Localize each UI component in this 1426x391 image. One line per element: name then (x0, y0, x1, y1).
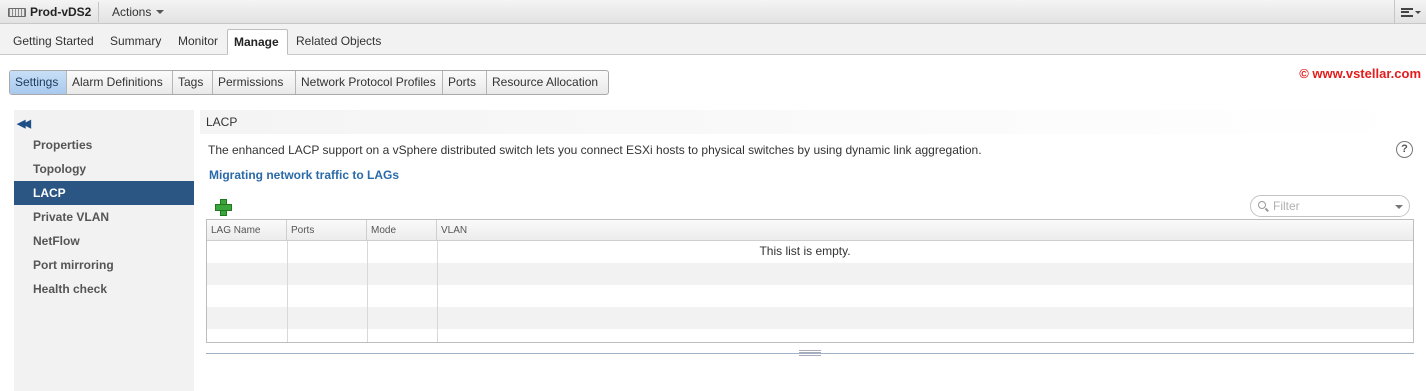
sidebar-item-lacp[interactable]: LACP (14, 181, 194, 205)
column-header-ports[interactable]: Ports (287, 220, 367, 241)
subtab-alarm-definitions[interactable]: Alarm Definitions (67, 71, 173, 94)
object-name: Prod-vDS2 (30, 5, 92, 19)
filter-box (1250, 195, 1410, 217)
subtab-network-protocol-profiles[interactable]: Network Protocol Profiles (296, 71, 443, 94)
watermark-text: © www.vstellar.com (1299, 66, 1421, 81)
table-header: LAG Name Ports Mode VLAN (207, 220, 1413, 241)
sidebar-item-properties[interactable]: Properties (14, 133, 194, 157)
subtab-permissions[interactable]: Permissions (213, 71, 296, 94)
subtab-settings[interactable]: Settings (10, 71, 67, 94)
search-icon (1258, 201, 1266, 209)
table-row (207, 263, 1413, 285)
subtab-tags[interactable]: Tags (173, 71, 213, 94)
tab-summary[interactable]: Summary (104, 29, 167, 55)
table-row (207, 307, 1413, 329)
menu-button[interactable] (1394, 0, 1426, 24)
section-title: LACP (200, 110, 1414, 134)
migrating-traffic-link[interactable]: Migrating network traffic to LAGs (209, 168, 399, 182)
column-divider (367, 241, 368, 342)
sidebar-item-health-check[interactable]: Health check (14, 277, 194, 301)
chevron-down-icon (1414, 10, 1421, 14)
actions-menu-button[interactable]: Actions (104, 4, 172, 20)
column-header-lag-name[interactable]: LAG Name (207, 220, 287, 241)
column-header-vlan[interactable]: VLAN (437, 220, 1413, 241)
lacp-panel: LACP The enhanced LACP support on a vSph… (200, 110, 1426, 391)
section-description: The enhanced LACP support on a vSphere d… (208, 143, 982, 157)
subtab-ports[interactable]: Ports (443, 71, 487, 94)
tab-getting-started[interactable]: Getting Started (7, 29, 100, 55)
double-chevron-left-icon[interactable]: ◀◀ (17, 117, 31, 130)
empty-list-message: This list is empty. (759, 244, 851, 258)
sidebar-item-topology[interactable]: Topology (14, 157, 194, 181)
chevron-down-icon (156, 10, 165, 14)
tab-related-objects[interactable]: Related Objects (290, 29, 387, 55)
sidebar-item-private-vlan[interactable]: Private VLAN (14, 205, 194, 229)
distributed-switch-icon (8, 7, 26, 17)
add-plus-icon[interactable] (215, 199, 232, 216)
sub-tab-bar: Settings Alarm Definitions Tags Permissi… (9, 70, 609, 95)
object-title-bar: Prod-vDS2 Actions (0, 0, 1426, 24)
chevron-down-icon[interactable] (1395, 205, 1403, 209)
menu-icon (1400, 7, 1413, 17)
help-icon[interactable]: ? (1396, 141, 1413, 158)
subtab-resource-allocation[interactable]: Resource Allocation (487, 71, 608, 94)
filter-input[interactable] (1273, 198, 1388, 214)
splitter-handle[interactable] (799, 350, 821, 356)
settings-sidebar: ◀◀ Properties Topology LACP Private VLAN… (14, 110, 194, 391)
sidebar-item-port-mirroring[interactable]: Port mirroring (14, 253, 194, 277)
title-separator (98, 2, 99, 22)
sidebar-item-netflow[interactable]: NetFlow (14, 229, 194, 253)
object-header: Prod-vDS2 (8, 4, 91, 20)
column-header-mode[interactable]: Mode (367, 220, 437, 241)
main-tab-bar: Getting Started Summary Monitor Manage R… (0, 24, 1426, 55)
tab-manage[interactable]: Manage (227, 29, 288, 55)
table-row (207, 285, 1413, 307)
lag-table: LAG Name Ports Mode VLAN This list is em… (206, 219, 1414, 343)
column-divider (287, 241, 288, 342)
actions-label: Actions (112, 5, 152, 19)
tab-monitor[interactable]: Monitor (172, 29, 224, 55)
